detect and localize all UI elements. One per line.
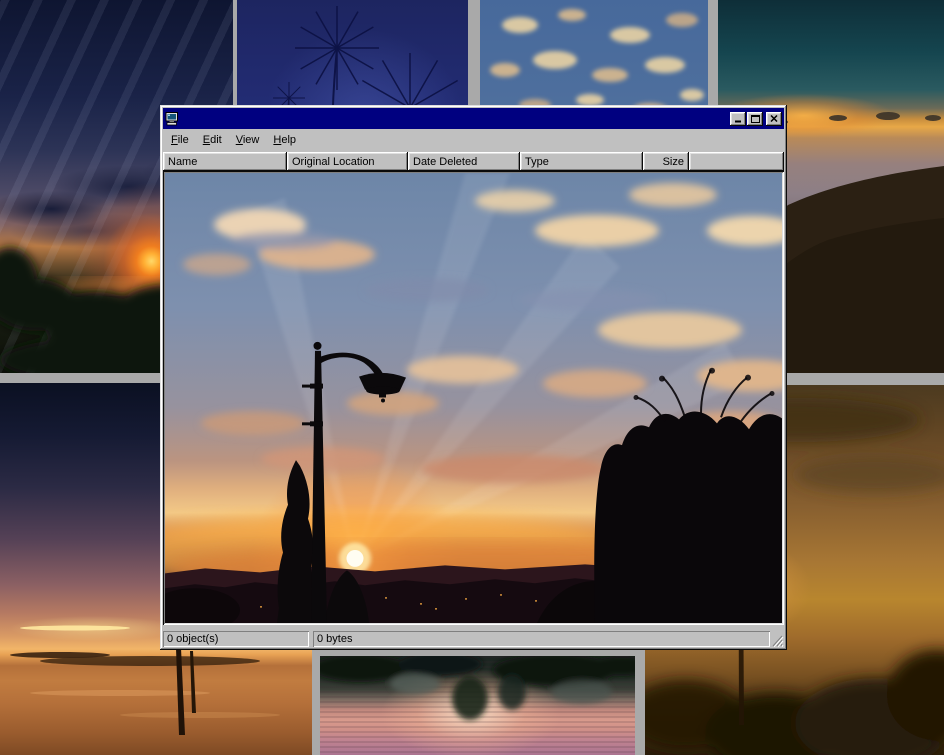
sunset-streetlamp-art — [165, 173, 782, 623]
status-object-count: 0 object(s) — [163, 631, 309, 647]
resize-grip-icon — [771, 633, 784, 647]
maximize-icon — [751, 115, 760, 123]
desktop: File Edit View Help Name Original Locati… — [0, 0, 944, 755]
column-header-name[interactable]: Name — [163, 152, 287, 171]
column-headers: Name Original Location Date Deleted Type… — [163, 152, 784, 171]
column-header-filler — [689, 152, 784, 171]
menu-item-edit[interactable]: Edit — [196, 132, 229, 149]
wallpaper-tile-water-reflection — [320, 656, 635, 755]
menu-item-file[interactable]: File — [164, 132, 196, 149]
column-header-date-deleted[interactable]: Date Deleted — [408, 152, 520, 171]
close-icon — [770, 115, 778, 122]
status-size: 0 bytes — [313, 631, 770, 647]
list-view[interactable] — [163, 171, 784, 625]
menu-item-help[interactable]: Help — [266, 132, 303, 149]
minimize-icon — [734, 115, 742, 123]
resize-grip[interactable] — [770, 631, 784, 647]
column-header-original-location[interactable]: Original Location — [287, 152, 408, 171]
maximize-button[interactable] — [747, 112, 763, 126]
menu-item-view[interactable]: View — [229, 132, 267, 149]
menu-bar: File Edit View Help — [163, 129, 784, 152]
computer-icon[interactable] — [165, 112, 180, 126]
close-button[interactable] — [766, 112, 782, 126]
column-header-size[interactable]: Size — [643, 152, 689, 171]
column-header-type[interactable]: Type — [520, 152, 643, 171]
status-bar: 0 object(s) 0 bytes — [163, 625, 784, 647]
photo-sunset-streetlamp — [165, 173, 782, 623]
titlebar[interactable] — [163, 108, 784, 129]
water-reflection-art — [320, 656, 635, 755]
recycle-bin-window: File Edit View Help Name Original Locati… — [160, 105, 787, 650]
minimize-button[interactable] — [730, 112, 746, 126]
